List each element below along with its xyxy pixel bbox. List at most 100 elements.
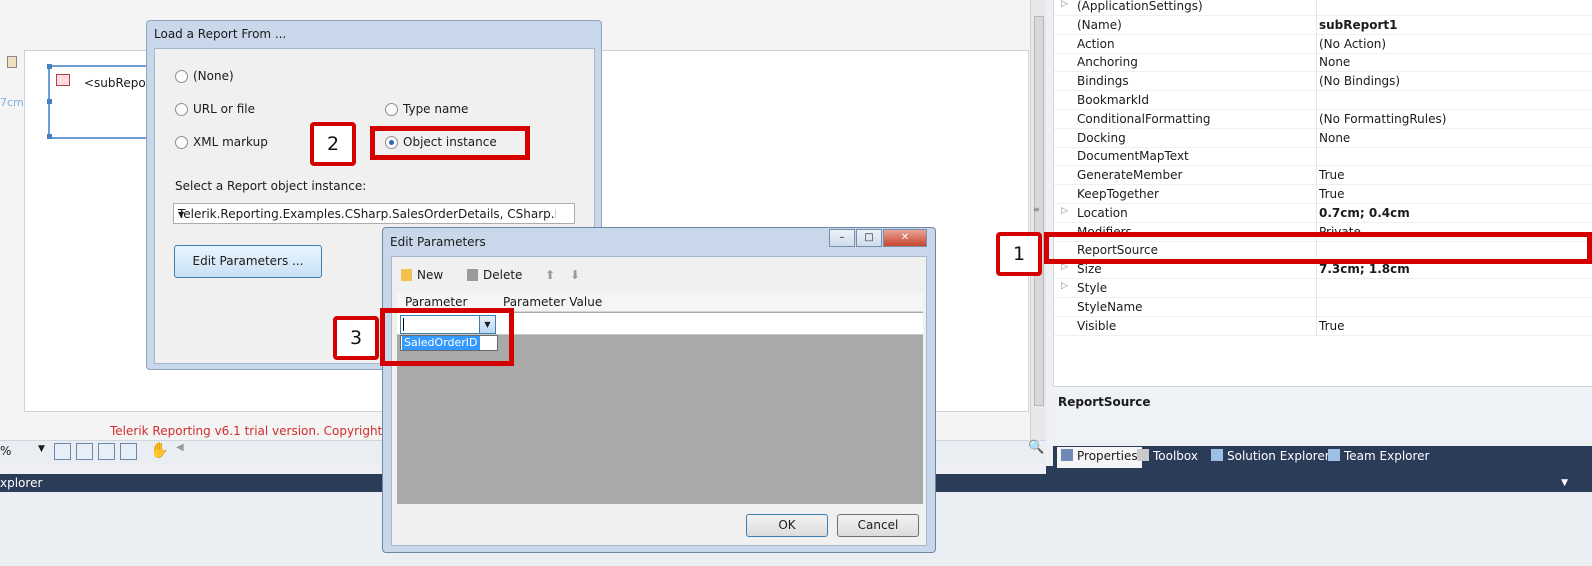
property-description-title: ReportSource [1058,395,1151,409]
tab-solution-explorer[interactable]: Solution Explorer [1211,449,1330,463]
property-value[interactable]: 0.7cm; 0.4cm [1319,206,1410,220]
column-parameter[interactable]: Parameter [405,295,467,309]
radio-url-label[interactable]: URL or file [193,102,255,116]
property-row-action[interactable]: Action (No Action) [1054,34,1592,54]
column-divider [1316,72,1317,92]
scroll-grip-icon: ≡ [1033,205,1040,214]
move-down-icon[interactable]: ⬇ [570,268,580,282]
property-row-visible[interactable]: Visible True [1054,316,1592,336]
property-value[interactable]: None [1319,55,1350,69]
move-up-icon[interactable]: ⬆ [545,268,555,282]
property-value[interactable]: None [1319,131,1350,145]
radio-xml-label[interactable]: XML markup [193,135,268,149]
column-divider [1316,147,1317,167]
grid-icon[interactable] [54,443,71,460]
maximize-button[interactable]: □ [856,229,882,247]
edit-parameters-button[interactable]: Edit Parameters ... [174,245,322,278]
trial-notice: Telerik Reporting v6.1 trial version. Co… [110,424,385,438]
property-description: ReportSource [1053,386,1592,442]
radio-none-label[interactable]: (None) [193,69,234,83]
property-row-conditionalformatting[interactable]: ConditionalFormatting (No FormattingRules… [1054,109,1592,129]
minimize-button[interactable]: – [829,229,855,247]
property-name: Visible [1077,318,1117,333]
column-divider [1316,15,1317,35]
column-divider [1316,203,1317,223]
column-divider [1316,166,1317,186]
report-section-icon [7,56,17,68]
resize-handle[interactable] [47,134,52,139]
radio-url-or-file[interactable] [175,103,188,116]
new-parameter-button[interactable]: New [401,268,443,282]
edit-parameters-dialog: Edit Parameters – □ ✕ New Delete ⬆ ⬇ Par… [382,227,936,553]
cancel-button[interactable]: Cancel [837,514,919,537]
property-row-name[interactable]: (Name) subReport1 [1054,15,1592,35]
property-value[interactable]: True [1319,187,1345,201]
tab-team-explorer[interactable]: Team Explorer [1328,449,1430,463]
property-value[interactable]: (No Bindings) [1319,74,1400,88]
property-row-generatemember[interactable]: GenerateMember True [1054,166,1592,186]
select-report-label: Select a Report object instance: [175,179,367,193]
callout-reportsource [1044,232,1592,264]
chevron-down-icon[interactable]: ▼ [178,210,556,219]
tool-window-tabs: Properties Toolbox Solution Explorer Tea… [1053,446,1592,468]
property-row-stylename[interactable]: StyleName [1054,297,1592,317]
property-value[interactable]: True [1319,319,1345,333]
solution-explorer-icon [1211,449,1223,461]
ok-button[interactable]: OK [746,514,828,537]
zoom-level[interactable]: % [0,444,11,458]
expand-icon[interactable]: ▷ [1061,281,1068,291]
radio-type-name[interactable] [385,103,398,116]
property-row-keeptogether[interactable]: KeepTogether True [1054,185,1592,204]
close-button[interactable]: ✕ [883,229,927,247]
layout-icon[interactable] [98,443,115,460]
report-instance-select[interactable]: Telerik.Reporting.Examples.CSharp.SalesO… [173,203,575,224]
property-row-bindings[interactable]: Bindings (No Bindings) [1054,72,1592,92]
trash-icon [467,269,478,281]
dialog-body: New Delete ⬆ ⬇ Parameter Parameter Value… [391,256,927,546]
ruler-mark: 7cm [0,96,24,109]
scroll-left-icon[interactable]: ◀ [176,442,184,453]
tab-toolbox[interactable]: Toolbox [1137,449,1198,463]
property-row-style[interactable]: ▷ Style [1054,279,1592,298]
dialog-title: Edit Parameters [390,235,486,249]
toolbox-icon [1137,449,1149,461]
team-explorer-icon [1328,449,1340,461]
zoom-dropdown-icon[interactable]: ▼ [38,444,45,454]
radio-xml-markup[interactable] [175,136,188,149]
property-value[interactable]: True [1319,168,1345,182]
resize-handle[interactable] [47,64,52,69]
resize-handle[interactable] [47,99,52,104]
column-divider [1316,185,1317,204]
tab-properties[interactable]: Properties [1057,447,1142,468]
delete-parameter-button[interactable]: Delete [467,268,522,282]
radio-type-name-label[interactable]: Type name [403,102,468,116]
column-divider [1316,0,1317,16]
property-value[interactable]: subReport1 [1319,18,1398,32]
property-value[interactable]: (No FormattingRules) [1319,112,1446,126]
hand-tool-icon[interactable]: ✋ [150,441,169,459]
magnifier-icon[interactable]: 🔍 [1028,440,1044,455]
property-row-documentmaptext[interactable]: DocumentMapText [1054,147,1592,167]
property-row-location[interactable]: ▷ Location 0.7cm; 0.4cm [1054,203,1592,223]
properties-icon [1061,449,1073,461]
property-value[interactable]: (No Action) [1319,37,1386,51]
snap-icon[interactable] [76,443,93,460]
expand-icon[interactable]: ▷ [1061,0,1068,9]
property-name: ConditionalFormatting [1077,111,1211,126]
property-row-anchoring[interactable]: Anchoring None [1054,53,1592,73]
property-row-applicationsettings[interactable]: ▷ (ApplicationSettings) [1054,0,1592,16]
property-name: Docking [1077,130,1126,145]
property-row-bookmarkid[interactable]: BookmarkId [1054,91,1592,110]
expand-icon[interactable]: ▷ [1061,206,1068,216]
property-name: Action [1077,36,1115,51]
property-name: BookmarkId [1077,93,1149,107]
panel-dropdown-icon[interactable]: ▼ [1561,478,1568,488]
property-row-docking[interactable]: Docking None [1054,128,1592,148]
column-parameter-value[interactable]: Parameter Value [503,295,602,309]
ruler-icon[interactable] [120,443,137,460]
radio-none[interactable] [175,70,188,83]
property-name: DocumentMapText [1077,149,1189,164]
designer-vertical-scrollbar[interactable] [1030,0,1046,440]
column-divider [1316,297,1317,317]
property-value[interactable]: 7.3cm; 1.8cm [1319,262,1410,276]
